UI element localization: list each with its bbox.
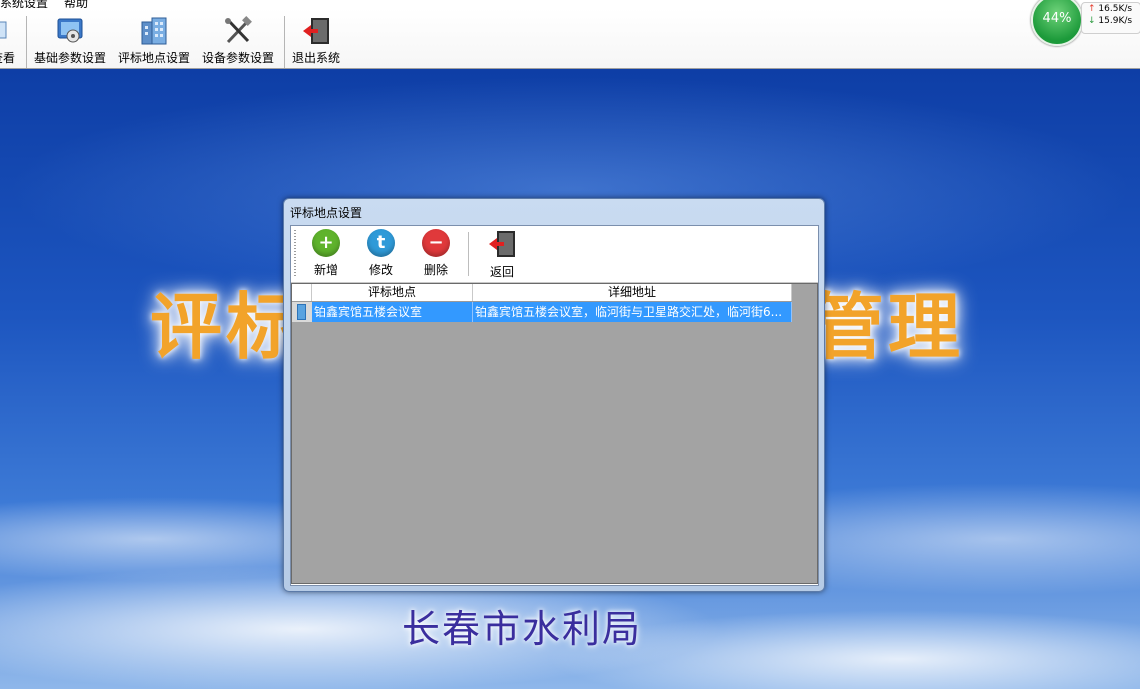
menu-bar: 系统设置 帮助 [0, 0, 1140, 8]
table-row[interactable]: 铂鑫宾馆五楼会议室 铂鑫宾馆五楼会议室，临河街与卫星路交汇处，临河街6... [292, 302, 792, 322]
venue-settings-button[interactable]: 评标地点设置 [116, 8, 192, 66]
delete-icon: − [422, 229, 450, 257]
monitor-settings-icon [55, 16, 85, 46]
delete-label: 删除 [423, 263, 448, 277]
add-button[interactable]: + 新增 [304, 229, 348, 278]
view-label: 查看 [0, 51, 15, 65]
cell-address[interactable]: 铂鑫宾馆五楼会议室，临河街与卫星路交汇处，临河街6... [473, 302, 792, 322]
building-icon [139, 16, 169, 46]
toolbar-divider [26, 16, 27, 68]
dialog-toolbar: + 新增 t 修改 − 删除 返回 [291, 226, 818, 283]
menu-item-help[interactable]: 帮助 [64, 0, 88, 8]
usage-percent: 44% [1042, 11, 1072, 26]
device-params-button[interactable]: 设备参数设置 [200, 8, 276, 66]
column-header-venue[interactable]: 评标地点 [312, 284, 473, 301]
view-icon [0, 16, 18, 46]
download-speed: 15.9K/s [1098, 16, 1133, 26]
venue-table: 评标地点 详细地址 铂鑫宾馆五楼会议室 铂鑫宾馆五楼会议室，临河街与卫星路交汇处… [291, 283, 818, 584]
return-label: 返回 [489, 265, 514, 279]
exit-system-button[interactable]: 退出系统 [290, 8, 342, 66]
toolbar-grip [294, 230, 296, 278]
upload-arrow-icon: ↑ [1088, 4, 1096, 14]
delete-button[interactable]: − 删除 [414, 229, 458, 278]
edit-icon: t [367, 229, 395, 257]
bureau-name: 长春市水利局 [402, 607, 643, 651]
header-corner [292, 284, 312, 301]
dialog-content: + 新增 t 修改 − 删除 返回 评标地点 详细地址 铂鑫宾馆五楼会议室 铂鑫… [290, 225, 819, 586]
column-header-address[interactable]: 详细地址 [473, 284, 792, 301]
speed-panel: ↑ 16.5K/s ↓ 15.9K/s [1081, 2, 1140, 34]
background-title-right: 管理 [812, 284, 965, 369]
background-title-left: 评标 [150, 284, 303, 369]
add-icon: + [312, 229, 340, 257]
toolbar-divider [284, 16, 285, 68]
table-scroll-area [792, 284, 817, 583]
basic-params-label: 基础参数设置 [33, 51, 106, 65]
menu-item-system[interactable]: 系统设置 [0, 0, 48, 8]
toolbar-divider [468, 232, 469, 276]
download-arrow-icon: ↓ [1088, 16, 1096, 26]
device-params-label: 设备参数设置 [201, 51, 274, 65]
edit-label: 修改 [368, 263, 393, 277]
cell-venue[interactable]: 铂鑫宾馆五楼会议室 [312, 302, 473, 322]
add-label: 新增 [313, 263, 338, 277]
cpu-usage-gauge[interactable]: 44% [1031, 0, 1083, 46]
venue-settings-dialog: 评标地点设置 + 新增 t 修改 − 删除 返回 评标地点 详细地址 铂鑫宾馆五… [283, 198, 825, 592]
return-button[interactable]: 返回 [480, 229, 524, 280]
edit-button[interactable]: t 修改 [359, 229, 403, 278]
upload-speed: 16.5K/s [1098, 4, 1133, 14]
exit-system-label: 退出系统 [291, 51, 340, 65]
basic-params-button[interactable]: 基础参数设置 [32, 8, 108, 66]
exit-door-icon [301, 16, 331, 46]
main-toolbar: 查看 基础参数设置 评标地点设置 [0, 0, 1140, 69]
table-header: 评标地点 详细地址 [292, 284, 792, 302]
return-door-icon [487, 229, 517, 259]
dialog-title: 评标地点设置 [290, 206, 363, 220]
venue-settings-label: 评标地点设置 [117, 51, 190, 65]
tools-icon [223, 16, 253, 46]
row-selector[interactable] [292, 302, 312, 322]
view-button[interactable]: 查看 [0, 8, 20, 66]
network-monitor: 44% ↑ 16.5K/s ↓ 15.9K/s [1031, 0, 1140, 46]
